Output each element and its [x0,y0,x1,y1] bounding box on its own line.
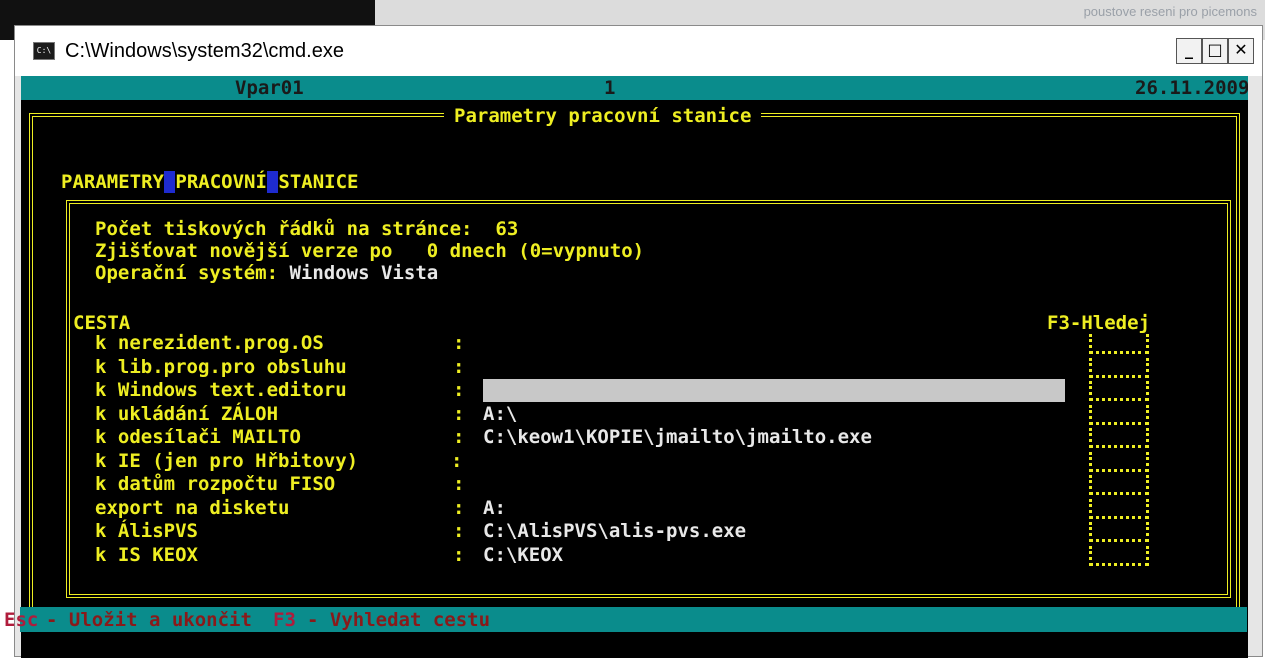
find-path-button[interactable] [1089,546,1149,566]
esc-key-description: - Uložit a ukončit [46,609,252,631]
path-separator: : [453,497,465,519]
find-path-button[interactable] [1089,475,1149,495]
path-label: k nerezident.prog.OS [95,332,324,354]
find-path-button[interactable] [1089,334,1149,354]
text-editor-path-field[interactable] [483,379,1065,402]
path-label: k ÁlisPVS [95,520,198,542]
path-label: k ukládání ZÁLOH [95,403,279,425]
program-name: Vpar01 [235,77,304,99]
window-title: C:\Windows\system32\cmd.exe [65,40,344,62]
find-path-button[interactable] [1089,499,1149,519]
find-path-button[interactable] [1089,405,1149,425]
bottom-hint-bar: Esc - Uložit a ukončit F3 - Vyhledat ces… [4,607,1247,632]
find-path-button[interactable] [1089,381,1149,401]
esc-key-hint[interactable]: Esc [4,609,38,631]
path-label: k lib.prog.pro obsluhu [95,356,347,378]
find-column-header: F3-Hledej [1047,312,1150,334]
os-row: Operační systém: Windows Vista [95,262,439,284]
maximize-button[interactable]: □ [1202,38,1228,64]
find-path-button[interactable] [1089,428,1149,448]
section-title: PARAMETRY PRACOVNÍ STANICE [61,171,359,193]
date-display: 26.11.2009 [1135,77,1248,99]
path-label: k odesílači MAILTO [95,426,301,448]
path-label: k IS KEOX [95,544,198,566]
console-area[interactable]: Vpar01 1 26.11.2009 Parametry pracovní s… [21,76,1248,658]
path-separator: : [453,332,465,354]
path-value[interactable]: A: [483,497,506,519]
minimize-button[interactable]: _ [1176,38,1202,64]
status-row: Vpar01 1 26.11.2009 [21,76,1248,100]
path-label: export na disketu [95,497,290,519]
find-path-button[interactable] [1089,358,1149,378]
find-path-button[interactable] [1089,452,1149,472]
cmd-window: C:\ C:\Windows\system32\cmd.exe _ □ ✕ Vp… [14,25,1263,658]
os-value: Windows Vista [289,262,439,284]
path-separator: : [453,356,465,378]
path-label: k Windows text.editoru [95,379,347,401]
station-number: 1 [604,77,616,99]
find-path-button[interactable] [1089,522,1149,542]
path-separator: : [453,403,465,425]
path-separator: : [453,473,465,495]
path-separator: : [453,520,465,542]
f3-key-description: - Vyhledat cestu [307,609,491,631]
check-updates-row: Zjišťovat novější verze po 0 dnech (0=vy… [95,240,645,262]
path-separator: : [451,450,463,472]
path-separator: : [453,544,465,566]
console-icon[interactable]: C:\ [33,42,55,60]
path-value[interactable]: C:\keow1\KOPIE\jmailto\jmailto.exe [483,426,872,448]
close-button[interactable]: ✕ [1228,38,1254,64]
path-label: k IE (jen pro Hřbitovy) [95,450,359,472]
path-value[interactable]: A:\ [483,403,517,425]
title-bar[interactable]: C:\ C:\Windows\system32\cmd.exe _ □ ✕ [15,26,1262,76]
screen-title: Parametry pracovní stanice [444,105,762,127]
path-value[interactable]: C:\AlisPVS\alis-pvs.exe [483,520,746,542]
path-label: k datům rozpočtu FISO [95,473,336,495]
f3-key-hint[interactable]: F3 [273,609,296,631]
print-lines-value[interactable]: 63 [495,218,518,240]
path-column-header: CESTA [73,312,131,334]
check-updates-value[interactable]: 0 [427,240,438,262]
path-separator: : [453,379,465,401]
path-value[interactable]: C:\KEOX [483,544,563,566]
print-lines-row: Počet tiskových řádků na stránce: 63 [95,218,519,240]
background-window-title: poustove reseni pro picemons [1083,4,1257,19]
path-separator: : [453,426,465,448]
